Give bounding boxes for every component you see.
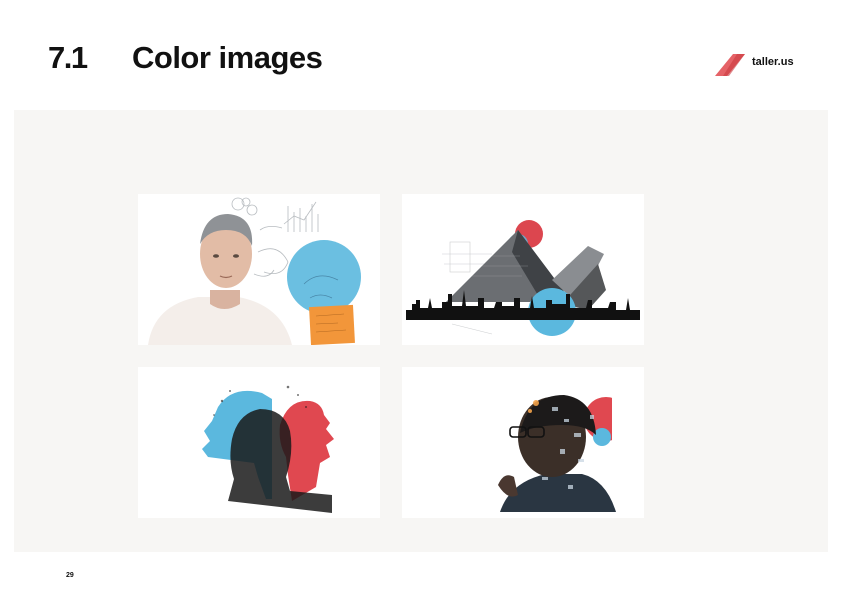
page-title: Color images (132, 40, 323, 75)
page-header: 7.1 Color images taller.us (0, 0, 842, 110)
architecture-skyline-collage-image (402, 194, 644, 345)
tech-overlay-portrait-image (402, 367, 644, 518)
page-number: 29 (66, 572, 74, 579)
brand-name: taller.us (752, 56, 794, 68)
section-number: 7.1 (48, 40, 88, 75)
brand-slash-icon (715, 54, 745, 76)
double-profile-silhouette-image (138, 367, 380, 518)
portrait-man-sketch-collage-image (138, 194, 380, 345)
